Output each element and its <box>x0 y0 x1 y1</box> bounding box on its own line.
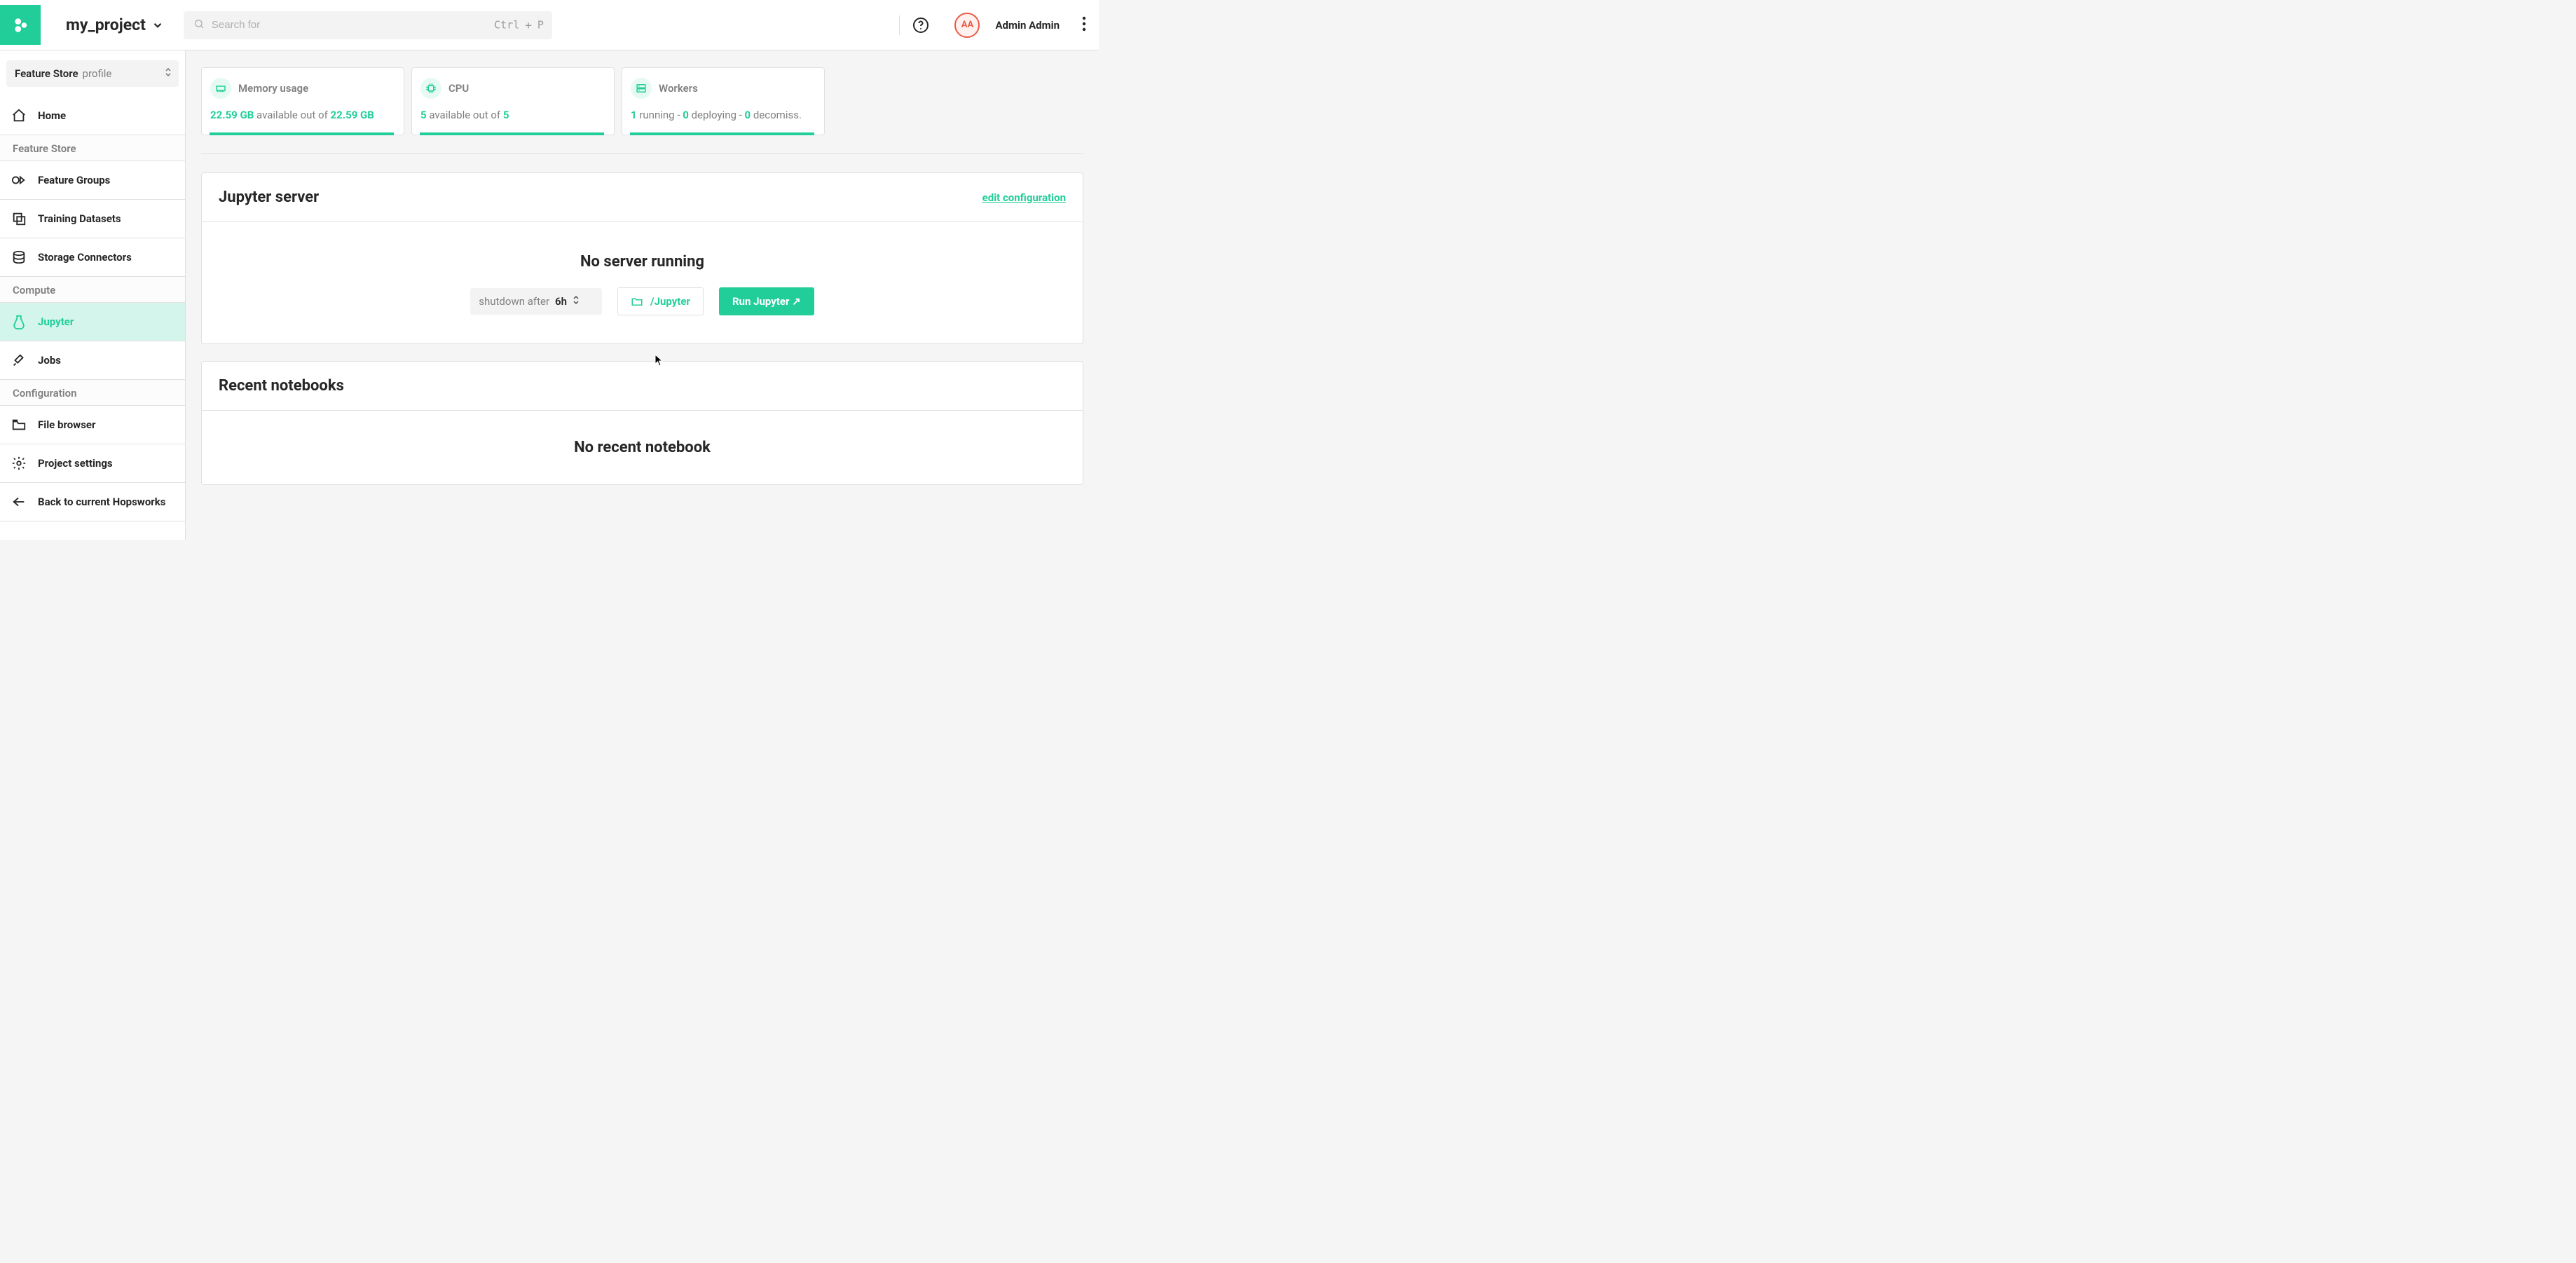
avatar-initials: AA <box>961 20 973 30</box>
nav-label: Jobs <box>38 354 61 367</box>
folder-icon <box>631 295 643 308</box>
nav-label: Project settings <box>38 457 113 470</box>
nav-label: Home <box>38 109 66 122</box>
settings-icon <box>11 456 27 471</box>
home-icon <box>11 108 27 123</box>
shutdown-label: shutdown after <box>479 295 549 308</box>
hopsworks-logo-icon <box>11 16 29 34</box>
user-display-name: Admin Admin <box>995 19 1060 32</box>
training-datasets-icon <box>11 211 27 226</box>
nav-home[interactable]: Home <box>0 97 185 135</box>
run-jupyter-button[interactable]: Run Jupyter ↗ <box>719 287 814 315</box>
stat-workers: Workers 1 running - 0 deploying - 0 deco… <box>622 67 825 135</box>
button-label: /Jupyter <box>650 295 690 308</box>
project-switcher[interactable]: my_project <box>49 15 171 34</box>
nav-label: Back to current Hopsworks <box>38 496 166 508</box>
stat-memory-body: 22.59 GB available out of 22.59 GB <box>210 109 395 121</box>
workers-icon <box>631 78 652 99</box>
stat-title: CPU <box>448 82 469 95</box>
jupyter-heading: Jupyter server <box>219 189 319 206</box>
stat-workers-bar <box>630 132 814 135</box>
nav-label: Storage Connectors <box>38 251 132 264</box>
recent-notebooks-panel: Recent notebooks No recent notebook <box>201 361 1083 485</box>
sidebar: Feature Store profile Home Feature Store… <box>0 50 186 540</box>
search-shortcut-hint: Ctrl + P <box>494 18 544 32</box>
section-configuration: Configuration <box>0 380 185 406</box>
folder-icon <box>11 417 27 432</box>
edit-configuration-link[interactable]: edit configuration <box>982 191 1066 204</box>
nav-file-browser[interactable]: File browser <box>0 406 185 444</box>
help-button[interactable] <box>908 13 933 38</box>
feature-store-profile-select[interactable]: Feature Store profile <box>6 60 179 87</box>
nav-jupyter[interactable]: Jupyter <box>0 303 185 341</box>
no-server-running-msg: No server running <box>580 253 704 271</box>
project-name: my_project <box>66 15 146 34</box>
jupyter-controls: shutdown after 6h /Jupyter Run Jupyter ↗ <box>470 287 814 315</box>
nav-label: Training Datasets <box>38 212 121 225</box>
back-arrow-icon <box>11 494 27 510</box>
stat-title: Workers <box>659 82 698 95</box>
profile-select-label: Feature Store <box>15 67 78 80</box>
search-icon <box>193 18 205 32</box>
nav-project-settings[interactable]: Project settings <box>0 444 185 483</box>
app-logo[interactable] <box>0 5 41 45</box>
button-label: Run Jupyter ↗ <box>732 295 801 308</box>
nav-jobs[interactable]: Jobs <box>0 341 185 380</box>
stat-memory: Memory usage 22.59 GB available out of 2… <box>201 67 404 135</box>
nav-storage-connectors[interactable]: Storage Connectors <box>0 238 185 277</box>
open-jupyter-folder-button[interactable]: /Jupyter <box>617 287 704 315</box>
no-recent-notebook-msg: No recent notebook <box>574 439 711 456</box>
main-content: Memory usage 22.59 GB available out of 2… <box>186 50 1099 540</box>
chevron-down-icon <box>151 19 164 32</box>
stats-row: Memory usage 22.59 GB available out of 2… <box>201 67 1083 135</box>
nav-label: Feature Groups <box>38 174 110 186</box>
shutdown-value: 6h <box>555 295 567 308</box>
topbar-divider <box>899 15 900 35</box>
stat-cpu: CPU 5 available out of 5 <box>411 67 615 135</box>
jobs-icon <box>11 353 27 368</box>
nav-training-datasets[interactable]: Training Datasets <box>0 200 185 238</box>
select-updown-icon <box>573 295 580 308</box>
jupyter-server-panel: Jupyter server edit configuration No ser… <box>201 172 1083 344</box>
stat-cpu-bar <box>420 132 604 135</box>
nav-back-to-hopsworks[interactable]: Back to current Hopsworks <box>0 483 185 521</box>
recent-heading: Recent notebooks <box>219 377 344 395</box>
cpu-icon <box>420 78 441 99</box>
section-feature-store: Feature Store <box>0 135 185 161</box>
search-wrap: Ctrl + P <box>184 11 552 39</box>
jupyter-icon <box>11 314 27 329</box>
help-icon <box>912 17 929 34</box>
select-updown-icon <box>165 67 172 80</box>
user-avatar[interactable]: AA <box>954 13 980 38</box>
storage-connectors-icon <box>11 250 27 265</box>
shutdown-after-select[interactable]: shutdown after 6h <box>470 288 602 315</box>
divider <box>201 153 1083 154</box>
stat-memory-bar <box>210 132 394 135</box>
section-compute: Compute <box>0 277 185 303</box>
topbar: my_project Ctrl + P AA Admin Admin <box>0 0 1099 50</box>
profile-select-value: profile <box>83 67 112 80</box>
nav-feature-groups[interactable]: Feature Groups <box>0 161 185 200</box>
nav-label: File browser <box>38 418 96 431</box>
stat-cpu-body: 5 available out of 5 <box>420 109 605 121</box>
stat-workers-body: 1 running - 0 deploying - 0 decomiss. <box>631 109 816 121</box>
stat-title: Memory usage <box>238 82 308 95</box>
kebab-icon <box>1082 16 1086 32</box>
more-menu-button[interactable] <box>1078 16 1090 34</box>
nav-label: Jupyter <box>38 315 74 328</box>
feature-groups-icon <box>11 172 27 188</box>
memory-icon <box>210 78 231 99</box>
